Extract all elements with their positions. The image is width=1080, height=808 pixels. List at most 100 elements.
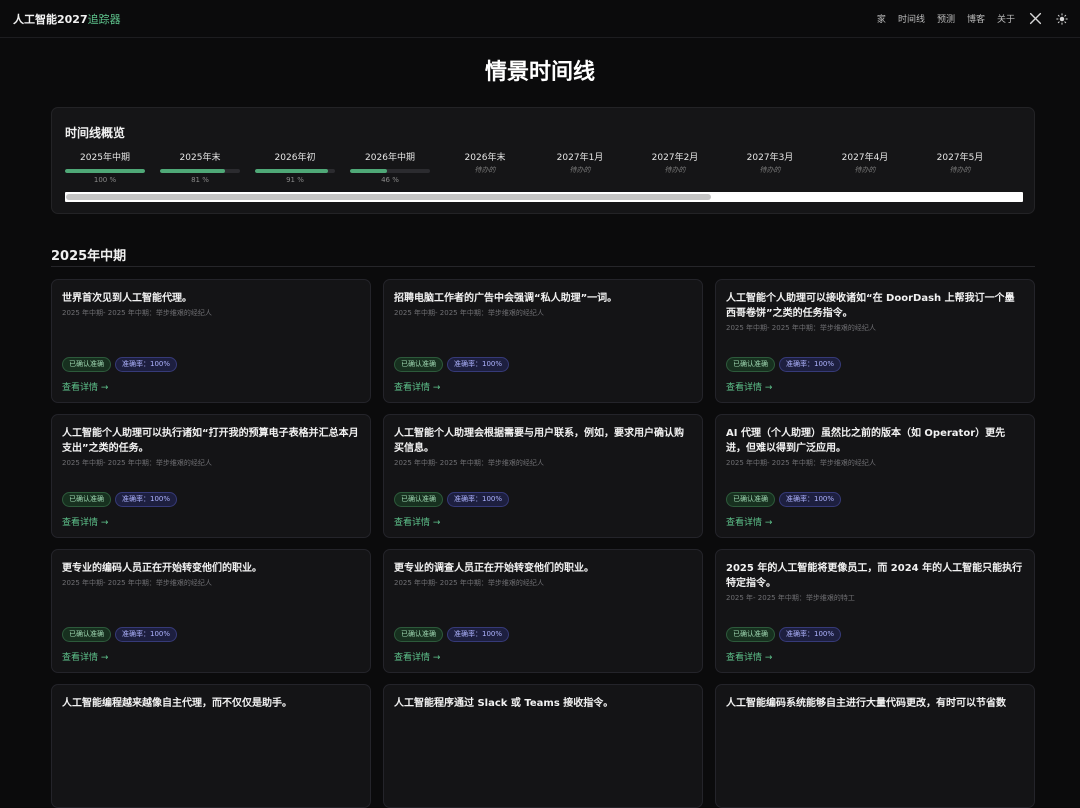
prediction-card[interactable]: 人工智能个人助理可以执行诸如“打开我的预算电子表格并汇总本月支出”之类的任务。 … — [51, 414, 371, 538]
milestone-pending: 待办的 — [474, 166, 496, 174]
milestone-label: 2026年初 — [274, 153, 316, 163]
status-badge: 已确认准确 — [726, 357, 775, 372]
view-details-link[interactable]: 查看详情 → — [62, 650, 108, 663]
nav-link-about[interactable]: 关于 — [997, 12, 1015, 25]
scrollbar-thumb[interactable] — [66, 194, 711, 200]
prediction-card[interactable]: 人工智能编码系统能够自主进行大量代码更改，有时可以节省数 — [715, 684, 1035, 808]
top-navbar: 人工智能2027追踪器 家 时间线 预测 博客 关于 — [0, 0, 1080, 38]
prediction-card[interactable]: 世界首次见到人工智能代理。 2025 年中期- 2025 年中期：举步维艰的经纪… — [51, 279, 371, 403]
milestone-label: 2025年中期 — [80, 153, 130, 163]
milestone-2027-mar[interactable]: 2027年3月 待办的 — [730, 152, 810, 175]
overview-title: 时间线概览 — [65, 126, 126, 140]
card-meta: 2025 年中期- 2025 年中期：举步维艰的经纪人 — [394, 579, 544, 587]
accuracy-badge: 准确率：100% — [779, 357, 842, 372]
accuracy-badge: 准确率：100% — [447, 357, 510, 372]
card-meta: 2025 年中期- 2025 年中期：举步维艰的经纪人 — [394, 309, 544, 317]
sun-icon[interactable] — [1056, 12, 1068, 25]
view-details-link[interactable]: 查看详情 → — [62, 380, 108, 393]
card-title: 招聘电脑工作者的广告中会强调“私人助理”一词。 — [394, 293, 618, 304]
milestone-2025-late[interactable]: 2025年末 81 % — [160, 152, 240, 184]
milestone-label: 2025年末 — [179, 153, 221, 163]
card-title: 更专业的调查人员正在开始转变他们的职业。 — [394, 563, 594, 574]
prediction-card[interactable]: 2025 年的人工智能将更像员工，而 2024 年的人工智能只能执行特定指令。 … — [715, 549, 1035, 673]
prediction-card[interactable]: 人工智能个人助理会根据需要与用户联系，例如，要求用户确认购买信息。 2025 年… — [383, 414, 703, 538]
prediction-card[interactable]: 更专业的调查人员正在开始转变他们的职业。 2025 年中期- 2025 年中期：… — [383, 549, 703, 673]
card-title: 人工智能个人助理可以接收诸如“在 DoorDash 上帮我订一个墨西哥卷饼”之类… — [726, 293, 1015, 319]
nav-link-blog[interactable]: 博客 — [967, 12, 985, 25]
milestone-label: 2026年末 — [464, 153, 506, 163]
milestone-2026-early[interactable]: 2026年初 91 % — [255, 152, 335, 184]
card-badges: 已确认准确 准确率：100% — [62, 492, 181, 507]
milestone-progress-bar — [160, 169, 240, 173]
prediction-card[interactable]: AI 代理（个人助理）虽然比之前的版本（如 Operator）更先进，但难以得到… — [715, 414, 1035, 538]
milestone-label: 2027年3月 — [746, 153, 794, 163]
accuracy-badge: 准确率：100% — [447, 627, 510, 642]
card-badges: 已确认准确 准确率：100% — [726, 492, 845, 507]
card-title: AI 代理（个人助理）虽然比之前的版本（如 Operator）更先进，但难以得到… — [726, 428, 1006, 454]
milestone-track: 2025年中期 100 % 2025年末 81 % 2026年初 91 % 20… — [65, 152, 1015, 192]
x-logo-icon[interactable] — [1029, 12, 1042, 25]
card-meta: 2025 年中期- 2025 年中期：举步维艰的经纪人 — [62, 459, 212, 467]
milestone-label: 2027年5月 — [936, 153, 984, 163]
milestone-2027-apr[interactable]: 2027年4月 待办的 — [825, 152, 905, 175]
page-title: 情景时间线 — [484, 60, 595, 85]
brand-logo[interactable]: 人工智能2027追踪器 — [13, 11, 121, 27]
prediction-card[interactable]: 更专业的编码人员正在开始转变他们的职业。 2025 年中期- 2025 年中期：… — [51, 549, 371, 673]
horizontal-scrollbar[interactable] — [65, 192, 1023, 202]
card-meta: 2025 年中期- 2025 年中期：举步维艰的经纪人 — [62, 579, 212, 587]
view-details-link[interactable]: 查看详情 → — [394, 515, 440, 528]
prediction-card-grid: 世界首次见到人工智能代理。 2025 年中期- 2025 年中期：举步维艰的经纪… — [51, 279, 1035, 808]
card-meta: 2025 年中期- 2025 年中期：举步维艰的经纪人 — [62, 309, 212, 317]
accuracy-badge: 准确率：100% — [115, 357, 178, 372]
view-details-link[interactable]: 查看详情 → — [726, 515, 772, 528]
section-heading: 2025年中期 — [51, 245, 1035, 267]
status-badge: 已确认准确 — [726, 627, 775, 642]
milestone-label: 2027年1月 — [556, 153, 604, 163]
card-title: 世界首次见到人工智能代理。 — [62, 293, 192, 304]
prediction-card[interactable]: 人工智能程序通过 Slack 或 Teams 接收指令。 — [383, 684, 703, 808]
status-badge: 已确认准确 — [62, 357, 111, 372]
nav-link-predictions[interactable]: 预测 — [937, 12, 955, 25]
milestone-progress-fill — [255, 169, 328, 173]
card-title: 人工智能个人助理会根据需要与用户联系，例如，要求用户确认购买信息。 — [394, 428, 684, 454]
nav-link-timeline[interactable]: 时间线 — [898, 12, 925, 25]
view-details-link[interactable]: 查看详情 → — [726, 380, 772, 393]
milestone-pending: 待办的 — [664, 166, 686, 174]
nav-link-home[interactable]: 家 — [877, 12, 886, 25]
accuracy-badge: 准确率：100% — [779, 492, 842, 507]
prediction-card[interactable]: 人工智能个人助理可以接收诸如“在 DoorDash 上帮我订一个墨西哥卷饼”之类… — [715, 279, 1035, 403]
status-badge: 已确认准确 — [394, 357, 443, 372]
prediction-card[interactable]: 招聘电脑工作者的广告中会强调“私人助理”一词。 2025 年中期- 2025 年… — [383, 279, 703, 403]
card-meta: 2025 年中期- 2025 年中期：举步维艰的经纪人 — [394, 459, 544, 467]
milestone-2026-mid[interactable]: 2026年中期 46 % — [350, 152, 430, 184]
milestone-pending: 待办的 — [949, 166, 971, 174]
card-title: 2025 年的人工智能将更像员工，而 2024 年的人工智能只能执行特定指令。 — [726, 563, 1023, 589]
card-title: 更专业的编码人员正在开始转变他们的职业。 — [62, 563, 262, 574]
milestone-2027-may[interactable]: 2027年5月 待办的 — [920, 152, 1000, 175]
card-badges: 已确认准确 准确率：100% — [726, 627, 845, 642]
milestone-pending: 待办的 — [854, 166, 876, 174]
card-title: 人工智能编程越来越像自主代理，而不仅仅是助手。 — [62, 698, 292, 709]
nav-links: 家 时间线 预测 博客 关于 — [865, 12, 1068, 25]
view-details-link[interactable]: 查看详情 → — [726, 650, 772, 663]
milestone-2027-jan[interactable]: 2027年1月 待办的 — [540, 152, 620, 175]
view-details-link[interactable]: 查看详情 → — [62, 515, 108, 528]
prediction-card[interactable]: 人工智能编程越来越像自主代理，而不仅仅是助手。 — [51, 684, 371, 808]
milestone-2025-mid[interactable]: 2025年中期 100 % — [65, 152, 145, 184]
milestone-2026-late[interactable]: 2026年末 待办的 — [445, 152, 525, 175]
milestone-percent: 100 % — [93, 176, 117, 184]
milestone-2027-feb[interactable]: 2027年2月 待办的 — [635, 152, 715, 175]
view-details-link[interactable]: 查看详情 → — [394, 380, 440, 393]
card-title: 人工智能程序通过 Slack 或 Teams 接收指令。 — [394, 698, 614, 709]
brand-name: 人工智能2027 — [13, 12, 88, 26]
view-details-link[interactable]: 查看详情 → — [394, 650, 440, 663]
card-title: 人工智能个人助理可以执行诸如“打开我的预算电子表格并汇总本月支出”之类的任务。 — [62, 428, 359, 454]
status-badge: 已确认准确 — [62, 492, 111, 507]
timeline-overview-panel: 时间线概览 2025年中期 100 % 2025年末 81 % 2026年初 9… — [51, 107, 1035, 214]
milestone-progress-bar — [65, 169, 145, 173]
card-badges: 已确认准确 准确率：100% — [394, 492, 513, 507]
status-badge: 已确认准确 — [394, 627, 443, 642]
card-badges: 已确认准确 准确率：100% — [394, 627, 513, 642]
card-badges: 已确认准确 准确率：100% — [726, 357, 845, 372]
milestone-progress-bar — [255, 169, 335, 173]
